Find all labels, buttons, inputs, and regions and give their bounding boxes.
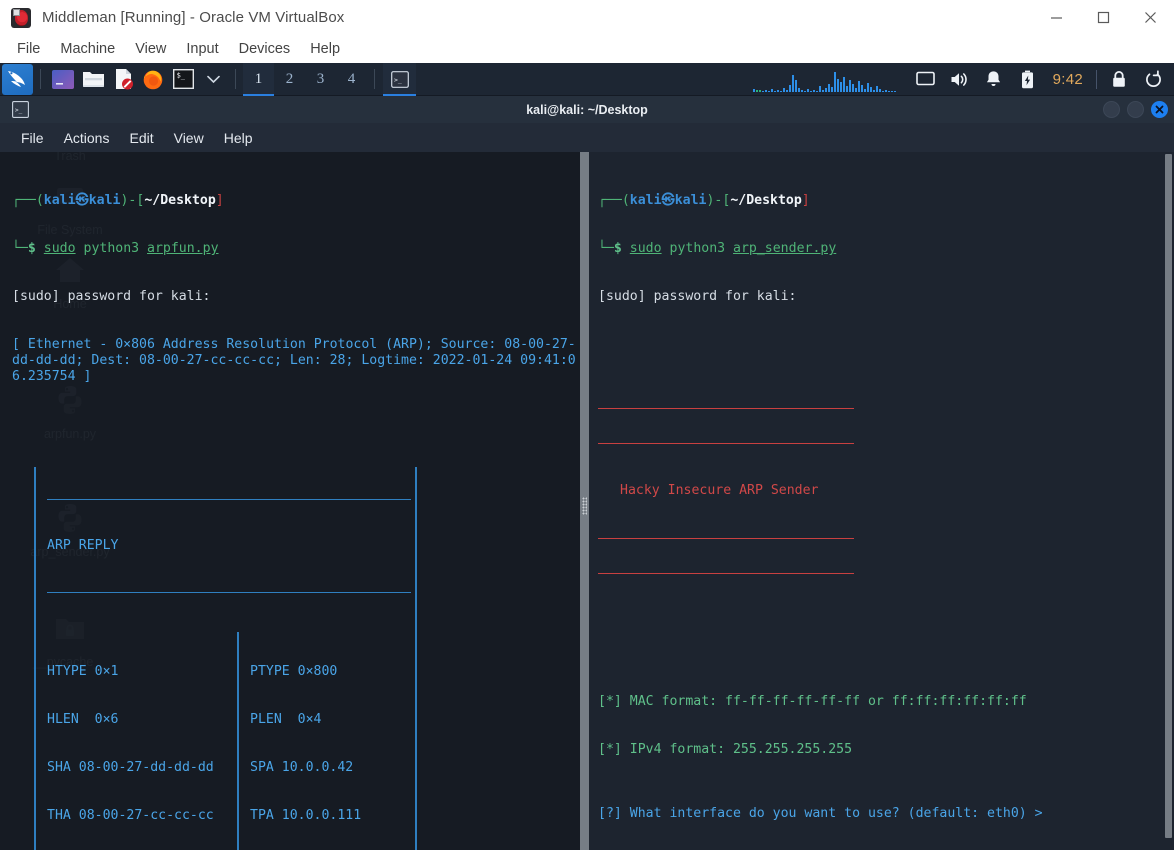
folder-icon[interactable] xyxy=(78,64,108,95)
terminal-pane-right[interactable]: ┌──(kali㉿kali)-[~/Desktop] └─$ sudo pyth… xyxy=(589,152,1163,850)
prompt-user: kali xyxy=(629,193,662,208)
minimize-button[interactable] xyxy=(1033,0,1080,35)
tray-lock-icon[interactable] xyxy=(1102,63,1136,96)
kali-dragon-icon[interactable] xyxy=(2,63,33,95)
terminal-scrollbar[interactable] xyxy=(1163,152,1174,850)
workspace-button-2[interactable]: 2 xyxy=(274,63,305,96)
terminal-menu-edit[interactable]: Edit xyxy=(120,127,162,149)
svg-text:>_: >_ xyxy=(15,107,23,114)
terminal-pane-left[interactable]: ┌──(kali㉿kali)-[~/Desktop] └─$ sudo pyth… xyxy=(0,152,580,850)
tray-clock[interactable]: 9:42 xyxy=(1045,71,1091,88)
virtualbox-window-controls xyxy=(1033,0,1174,35)
tray-separator xyxy=(1096,69,1097,89)
virtualbox-menubar: File Machine View Input Devices Help xyxy=(0,35,1174,63)
guest-screen: $_ 1 2 3 4 >_ 9:42 >_ kali@kali: ~/Deskt… xyxy=(0,63,1174,850)
arp-row: PTYPE 0×800 xyxy=(250,664,338,679)
terminal-window: >_ kali@kali: ~/Desktop File Actions Edi… xyxy=(0,96,1174,850)
document-forbidden-icon[interactable] xyxy=(108,64,138,95)
virtualbox-titlebar: Middleman [Running] - Oracle VM VirtualB… xyxy=(0,0,1174,35)
arp-row: SHA 08-00-27-dd-dd-dd xyxy=(47,760,214,775)
terminal-app-icon[interactable] xyxy=(48,64,78,95)
terminal-prompt-icon[interactable]: $_ xyxy=(168,64,198,95)
terminal-icon: >_ xyxy=(12,101,29,118)
taskbar-terminal-window[interactable]: >_ xyxy=(383,63,416,96)
system-tray: 9:42 xyxy=(751,63,1174,95)
command-sudo: sudo xyxy=(43,241,76,256)
arp-row: HTYPE 0×1 xyxy=(47,664,119,679)
prompt-question: [?] What interface do you want to use? (… xyxy=(598,806,1043,821)
tray-display-icon[interactable] xyxy=(909,63,943,96)
vbox-menu-file[interactable]: File xyxy=(8,38,49,60)
sudo-password-prompt: [sudo] password for kali: xyxy=(598,289,797,304)
splitter-grip[interactable] xyxy=(582,497,587,515)
panel-separator-2 xyxy=(235,69,236,89)
terminal-close-button[interactable] xyxy=(1151,101,1168,118)
tray-logout-icon[interactable] xyxy=(1136,63,1170,96)
mac-format-line: [*] MAC format: ff-ff-ff-ff-ff-ff or ff:… xyxy=(598,694,1027,709)
terminal-menu-actions[interactable]: Actions xyxy=(55,127,119,149)
command-script: arp_sender.py xyxy=(733,241,837,256)
terminal-menu-view[interactable]: View xyxy=(165,127,213,149)
xfce-top-panel: $_ 1 2 3 4 >_ 9:42 xyxy=(0,63,1174,96)
terminal-menu-file[interactable]: File xyxy=(12,127,53,149)
vbox-menu-devices[interactable]: Devices xyxy=(230,38,300,60)
banner-arp-sender-1: Hacky Insecure ARP Sender xyxy=(598,376,1159,606)
svg-text:$_: $_ xyxy=(176,71,185,79)
command-interpreter: python3 xyxy=(669,241,726,256)
terminal-body: ┌──(kali㉿kali)-[~/Desktop] └─$ sudo pyth… xyxy=(0,152,1174,850)
prompt-user: kali xyxy=(43,193,76,208)
vbox-menu-view[interactable]: View xyxy=(126,38,175,60)
panel-separator-1 xyxy=(40,69,41,89)
pane-splitter[interactable] xyxy=(580,152,589,850)
terminal-titlebar: >_ kali@kali: ~/Desktop xyxy=(0,96,1174,123)
close-button[interactable] xyxy=(1127,0,1174,35)
vbox-menu-help[interactable]: Help xyxy=(301,38,349,60)
arp-row: HLEN 0×6 xyxy=(47,712,119,727)
arp-row: SPA 10.0.0.42 xyxy=(250,760,354,775)
ethernet-header-line: [ Ethernet - 0×806 Address Resolution Pr… xyxy=(12,337,576,384)
command-interpreter: python3 xyxy=(83,241,140,256)
svg-text:>_: >_ xyxy=(394,76,402,84)
vbox-menu-input[interactable]: Input xyxy=(177,38,227,60)
maximize-button[interactable] xyxy=(1080,0,1127,35)
network-graph-icon xyxy=(751,66,901,93)
terminal-maximize-button[interactable] xyxy=(1127,101,1144,118)
virtualbox-title: Middleman [Running] - Oracle VM VirtualB… xyxy=(42,9,345,26)
tray-notifications-icon[interactable] xyxy=(977,63,1011,96)
prompt-path: ~/Desktop xyxy=(144,193,216,208)
arp-row: TPA 10.0.0.111 xyxy=(250,808,362,823)
terminal-window-controls xyxy=(1103,101,1168,118)
terminal-title: kali@kali: ~/Desktop xyxy=(526,102,648,117)
virtualbox-window: Middleman [Running] - Oracle VM VirtualB… xyxy=(0,0,1174,850)
virtualbox-logo-icon xyxy=(11,7,31,28)
arp-row: THA 08-00-27-cc-cc-cc xyxy=(47,808,214,823)
terminal-minimize-button[interactable] xyxy=(1103,101,1120,118)
panel-separator-3 xyxy=(374,69,375,89)
command-script: arpfun.py xyxy=(147,241,219,256)
tray-volume-icon[interactable] xyxy=(943,63,977,96)
command-sudo: sudo xyxy=(629,241,662,256)
workspace-button-3[interactable]: 3 xyxy=(305,63,336,96)
sudo-password-prompt: [sudo] password for kali: xyxy=(12,289,211,304)
vbox-menu-machine[interactable]: Machine xyxy=(51,38,124,60)
ipv4-format-line: [*] IPv4 format: 255.255.255.255 xyxy=(598,742,853,757)
banner-title: Hacky Insecure ARP Sender xyxy=(620,483,819,498)
arp-row: PLEN 0×4 xyxy=(250,712,322,727)
terminal-menubar: File Actions Edit View Help xyxy=(0,123,1174,152)
arp-message-table-left: ARP REPLY HTYPE 0×1 HLEN 0×6 SHA 08-00-2… xyxy=(12,435,576,850)
scrollbar-thumb[interactable] xyxy=(1165,154,1172,839)
firefox-icon[interactable] xyxy=(138,64,168,95)
tray-battery-icon[interactable] xyxy=(1011,63,1045,96)
chevron-down-icon[interactable] xyxy=(198,64,228,95)
workspace-button-1[interactable]: 1 xyxy=(243,63,274,96)
prompt-host: kali xyxy=(674,193,707,208)
prompt-host: kali xyxy=(88,193,121,208)
prompt-path: ~/Desktop xyxy=(730,193,802,208)
arp-table-title: ARP REPLY xyxy=(47,538,119,553)
terminal-menu-help[interactable]: Help xyxy=(215,127,262,149)
workspace-button-4[interactable]: 4 xyxy=(336,63,367,96)
